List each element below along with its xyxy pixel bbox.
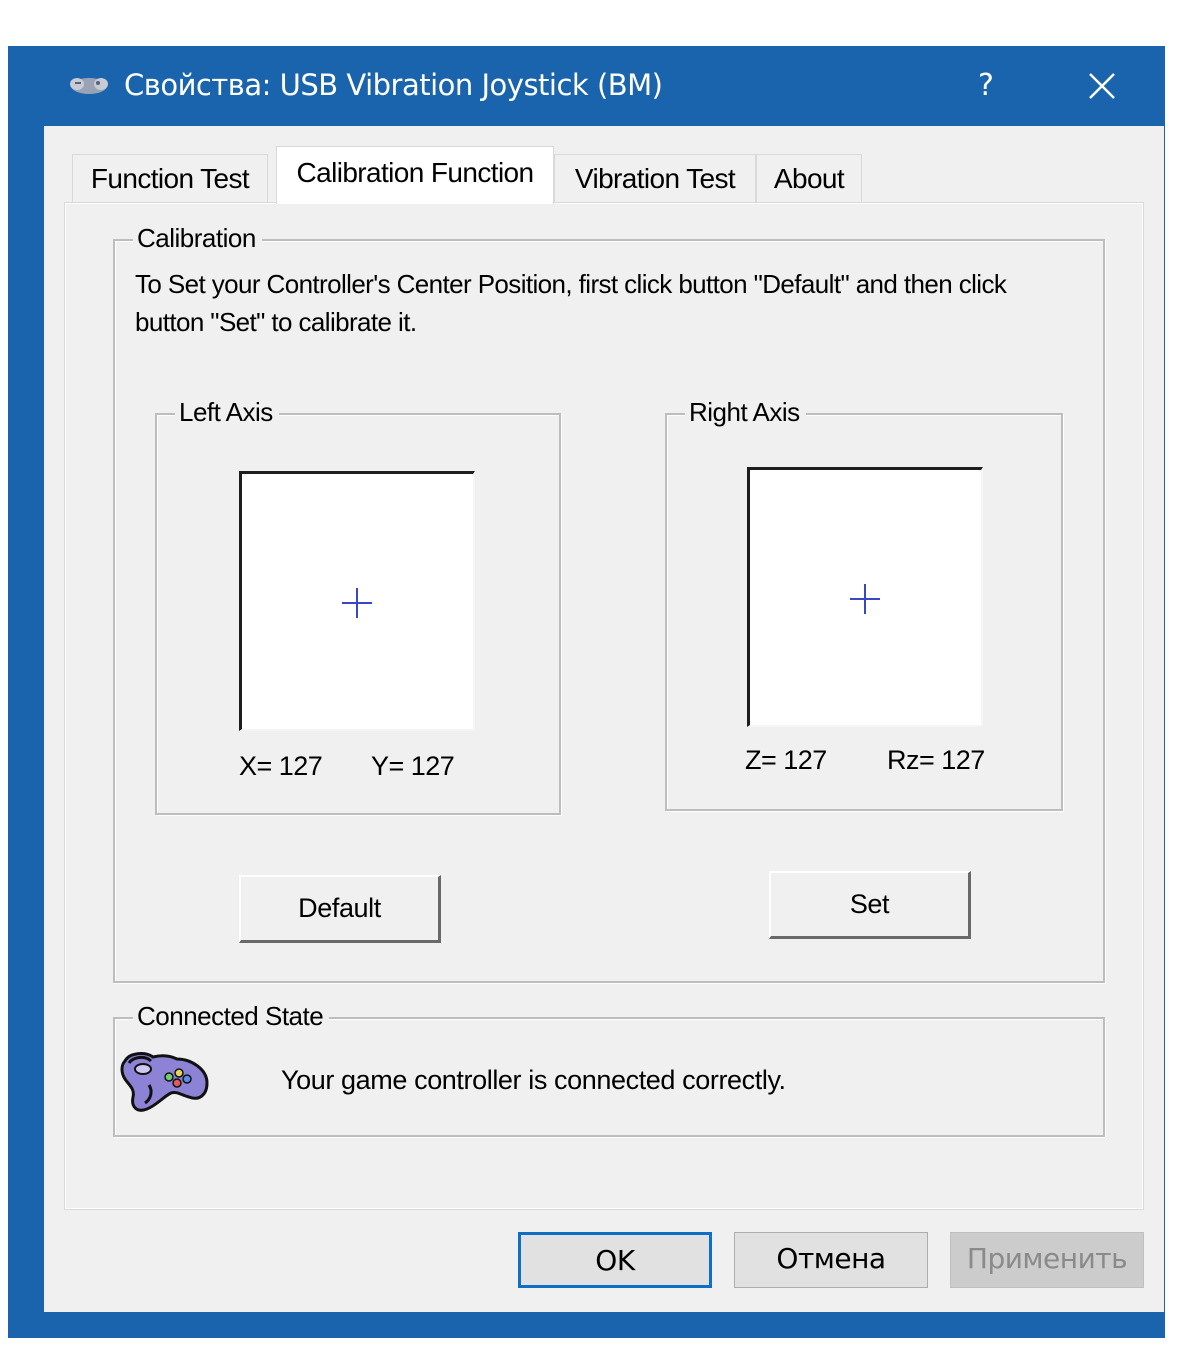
z-value: Z= 127 — [745, 745, 827, 775]
gamepad-icon — [70, 78, 108, 94]
tab-panel: Calibration To Set your Controller's Cen… — [64, 202, 1144, 1210]
connected-state-label: Connected State — [133, 999, 330, 1033]
tab-label: Vibration Test — [574, 163, 736, 194]
calibration-group: Calibration To Set your Controller's Cen… — [113, 221, 1105, 983]
title-bar[interactable]: Свойства: USB Vibration Joystick (BM) ? — [8, 46, 1165, 126]
tab-label: Calibration Function — [296, 157, 534, 188]
left-axis-display — [239, 471, 475, 731]
tab-vibration-test[interactable]: Vibration Test — [554, 154, 756, 202]
cancel-button[interactable]: Отмена — [734, 1232, 928, 1288]
gamepad-icon — [120, 1052, 209, 1112]
rz-value: Rz= 127 — [887, 745, 985, 775]
x-value: X= 127 — [239, 751, 323, 781]
connected-message: Your game controller is connected correc… — [281, 1065, 786, 1095]
right-axis-display — [747, 467, 983, 727]
properties-window: Свойства: USB Vibration Joystick (BM) ? … — [8, 46, 1165, 1338]
tab-label: Function Test — [90, 163, 250, 194]
y-value: Y= 127 — [371, 751, 455, 781]
right-axis-group: Right Axis Z= 127 Rz= 127 — [665, 395, 1063, 811]
connected-state-group: Connected State Your game controller is … — [113, 999, 1105, 1137]
window-title: Свойства: USB Vibration Joystick (BM) — [124, 68, 663, 102]
apply-button[interactable]: Применить — [950, 1232, 1144, 1288]
tab-label: About — [773, 163, 845, 194]
left-axis-label: Left Axis — [175, 395, 279, 429]
calibration-description: To Set your Controller's Center Position… — [135, 269, 1007, 337]
set-button[interactable]: Set — [769, 871, 971, 939]
crosshair-icon — [342, 588, 372, 618]
dialog-client-area: Function Test Calibration Function Vibra… — [44, 126, 1164, 1312]
help-button[interactable]: ? — [956, 56, 1016, 116]
tab-about[interactable]: About — [756, 154, 862, 202]
calibration-group-label: Calibration — [133, 221, 262, 255]
close-icon — [1089, 73, 1115, 99]
right-axis-label: Right Axis — [685, 395, 806, 429]
left-axis-group: Left Axis X= 127 Y= 127 — [155, 395, 561, 815]
ok-button[interactable]: OK — [518, 1232, 712, 1288]
tab-function-test[interactable]: Function Test — [72, 154, 268, 202]
default-button[interactable]: Default — [239, 875, 441, 943]
tab-calibration-function[interactable]: Calibration Function — [276, 146, 554, 204]
crosshair-icon — [850, 584, 880, 614]
close-button[interactable] — [1072, 56, 1132, 116]
